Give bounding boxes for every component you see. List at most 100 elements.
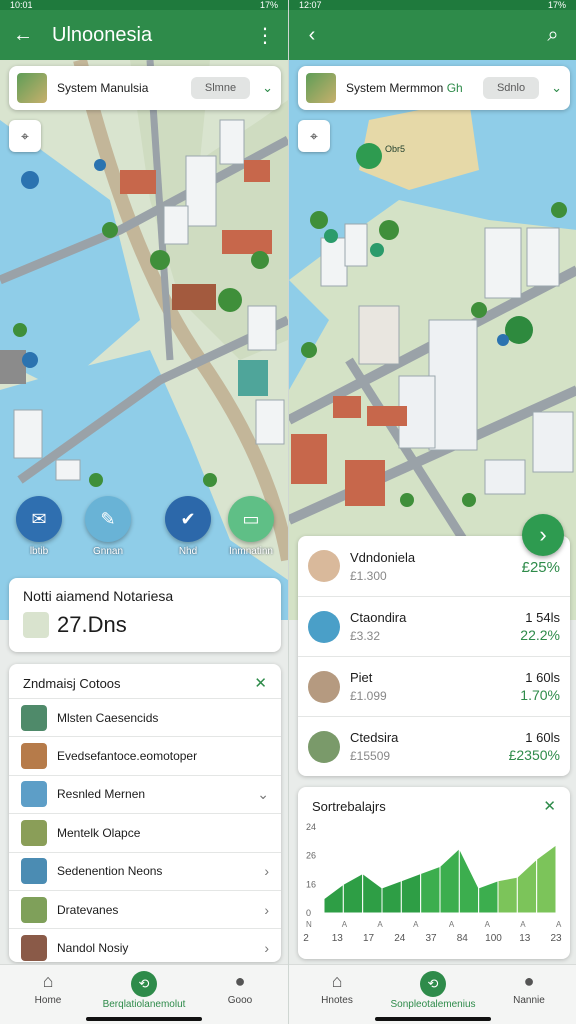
search-card[interactable]: System Manulsia Slmne ⌄ [9,66,281,110]
bottom-nav: ⌂ Home ⟲ Berqlatiolanemolut ● Gooo [0,964,288,1024]
y-tick-label: 24 [306,822,316,832]
y-tick-label: 0 [306,908,311,918]
list-item[interactable]: Dratevanes › [9,889,281,928]
app-bar: ← Ulnoonesia ⋮ [0,10,288,60]
nav-label: Gooo [227,995,253,1006]
action-label: Gnnan [92,546,124,557]
area-chart: 0 16 26 24 N A A A A A A A 2 13 17 24 37 84 100 13 23 [303,822,562,944]
status-bar: 12:07 17% [289,0,576,10]
y-tick-label: 16 [306,879,316,889]
back-arrow-icon[interactable]: ← [10,22,36,48]
search-label: System Manulsia [57,81,149,95]
search-icon[interactable]: ⌕ [540,22,566,48]
x-tick-top-label: A [485,920,491,929]
edit-icon[interactable]: ✎ [85,496,131,542]
stat-name: Ctedsira [350,730,399,745]
app-title: Ulnoonesia [52,23,153,46]
list-item[interactable]: Mlsten Caesencids [9,698,281,736]
app-bar: ‹ ⌕ [289,10,576,60]
nav-home[interactable]: ⌂ Hnotes [289,965,385,1024]
list-item-thumbnail [21,704,47,731]
home-indicator [86,1017,202,1021]
avatar [308,670,340,703]
stat-percent: £2350% [508,747,560,763]
chevron-icon: ⌄ [257,785,269,802]
stat-sub: £3.32 [350,629,381,643]
x-tick-top-label: A [520,920,526,929]
status-time: 12:07 [299,0,322,10]
list-item-label: Nandol Nosiy [57,941,129,956]
stat-row[interactable]: Ctaondira £3.32 1 54ls 22.2% [298,596,570,656]
chevron-down-icon[interactable]: ⌄ [262,80,273,96]
next-arrow-icon[interactable]: › [522,514,564,556]
x-tick-label: 2 [303,933,309,944]
stat-name: Piet [350,670,373,685]
area-segment [478,880,499,914]
nav-profile[interactable]: ● Nannie [481,965,576,1024]
list-item-thumbnail [21,935,47,962]
x-tick-top-label: A [342,920,348,929]
close-icon[interactable]: ✕ [254,674,267,692]
search-card[interactable]: System Mermmon Gh Sdnlo ⌄ [298,66,570,110]
stat-row[interactable]: Piet £1.099 1 60ls 1.70% [298,656,570,716]
list-item[interactable]: Sedenention Neons › [9,851,281,890]
nav-label: Nannie [513,995,545,1006]
list-item[interactable]: Nandol Nosiy › [9,928,281,966]
stat-name: Vdndoniela [350,549,416,565]
nav-home[interactable]: ⌂ Home [0,965,96,1024]
action-info[interactable]: ▭ Inmnatinn [221,496,281,557]
list-item-label: Evedsefantoce.eomotoper [57,749,198,764]
close-icon[interactable]: ✕ [543,797,556,815]
chevron-down-icon[interactable]: ⌄ [551,80,562,96]
area-segment [439,847,460,914]
locate-icon[interactable]: ⌖ [298,120,330,152]
search-pill-button[interactable]: Slmne [190,77,251,99]
status-battery: 17% [259,0,278,10]
person-icon: ● [523,971,535,991]
x-tick-label: 100 [485,933,502,944]
area-segment [381,880,402,914]
action-check[interactable]: ✔ Nhd [158,496,218,557]
area-segment [323,883,344,914]
action-edit[interactable]: ✎ Gnnan [78,496,138,557]
area-segment [458,848,480,914]
mail-icon[interactable]: ✉ [16,496,62,542]
stat-row[interactable]: Ctedsira £15509 1 60ls £2350% [298,716,570,776]
right-screen: 12:07 17% ‹ ⌕ Obr5 System Mermmon Gh Sdn… [288,0,576,1024]
list-item-thumbnail [21,819,47,846]
locate-icon[interactable]: ⌖ [9,120,41,152]
stat-percent: £25% [521,558,560,576]
map-pin-label: Obr5 [385,144,406,154]
x-tick-top-label: A [449,920,455,929]
more-vert-icon[interactable]: ⋮ [252,22,278,48]
search-label-text: System Mermmon [346,81,444,95]
refresh-icon: ⟲ [131,971,157,997]
x-tick-label: 24 [394,933,406,944]
location-thumbnail [306,73,336,103]
categories-card: Zndmaisj Cotoos ✕ Mlsten Caesencids Eveds… [9,664,281,962]
home-icon: ⌂ [42,971,54,991]
notification-icon [23,612,49,638]
list-item[interactable]: Resnled Mernen ⌄ [9,774,281,813]
nav-explore[interactable]: ⟲ Sonpleotalemenius [385,965,481,1024]
action-mail[interactable]: ✉ lbtib [9,496,69,557]
x-tick-top-label: N [306,920,312,929]
window-icon[interactable]: ▭ [228,496,274,542]
back-chevron-icon[interactable]: ‹ [299,22,325,48]
nav-explore[interactable]: ⟲ Berqlatiolanemolut [96,965,192,1024]
search-pill-button[interactable]: Sdnlo [482,77,540,99]
x-tick-top-label: A [413,920,419,929]
list-item[interactable]: Mentelk Olapce [9,813,281,851]
search-label-extra: Gh [446,81,463,95]
avatar [308,730,340,763]
area-segment [497,876,518,914]
check-icon[interactable]: ✔ [165,496,211,542]
area-segment [342,872,364,914]
area-segment [420,865,441,914]
area-segment [362,872,383,914]
nav-profile[interactable]: ● Gooo [192,965,288,1024]
stat-count: 1 60ls [525,670,560,685]
notification-card[interactable]: Notti aiamend Notariesa 27.Dns [9,578,281,652]
nav-label: Hnotes [321,995,353,1006]
list-item[interactable]: Evedsefantoce.eomotoper [9,736,281,774]
